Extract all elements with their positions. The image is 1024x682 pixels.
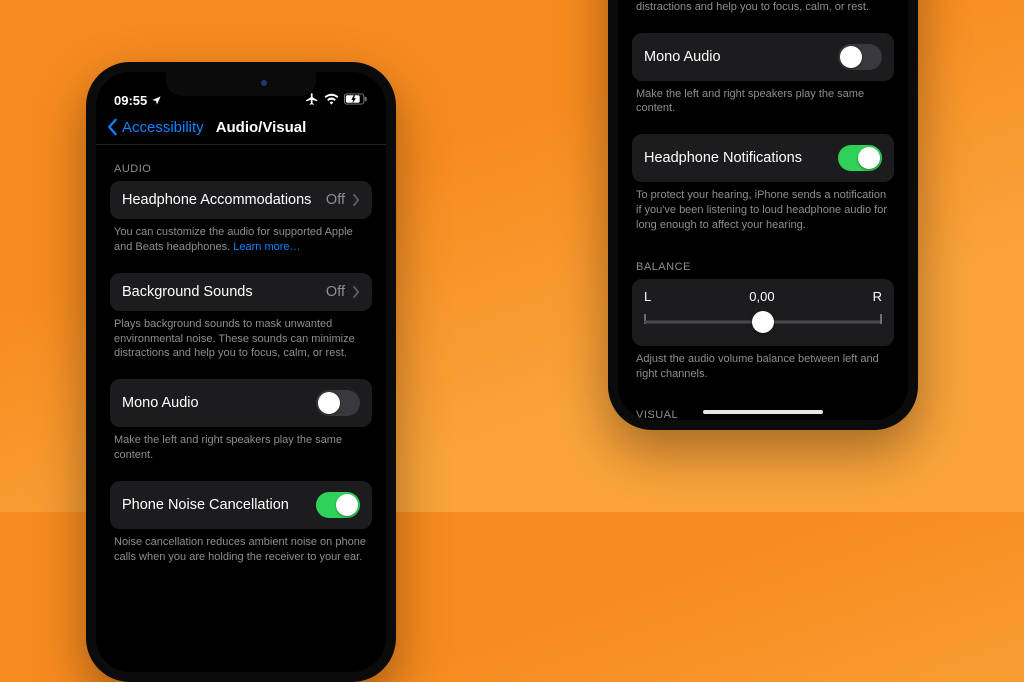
section-header-balance: BALANCE bbox=[632, 243, 894, 279]
mono-audio-footer: Make the left and right speakers play th… bbox=[110, 433, 372, 473]
row-label: Headphone Notifications bbox=[644, 150, 802, 166]
noise-cancellation-toggle[interactable] bbox=[316, 492, 360, 518]
phone-noise-cancellation-row: Phone Noise Cancellation bbox=[110, 481, 372, 529]
chevron-right-icon bbox=[353, 194, 360, 206]
nav-bar: Accessibility Audio/Visual bbox=[96, 112, 386, 145]
balance-left-label: L bbox=[644, 289, 651, 304]
slider-thumb[interactable] bbox=[752, 311, 774, 333]
page-title: Audio/Visual bbox=[216, 119, 307, 136]
mono-audio-toggle[interactable] bbox=[316, 390, 360, 416]
balance-footer: Adjust the audio volume balance between … bbox=[632, 352, 894, 392]
row-value: Off bbox=[326, 192, 345, 208]
battery-icon bbox=[344, 93, 368, 105]
row-label: Mono Audio bbox=[122, 395, 199, 411]
headphone-notifications-toggle[interactable] bbox=[838, 145, 882, 171]
mono-audio-row: Mono Audio bbox=[632, 33, 894, 81]
background-sounds-footer: Plays background sounds to mask unwanted… bbox=[110, 317, 372, 372]
back-chevron-icon[interactable] bbox=[106, 118, 118, 136]
notch bbox=[166, 72, 316, 96]
background-sounds-row[interactable]: Background Sounds Off bbox=[110, 273, 372, 311]
chevron-right-icon bbox=[353, 286, 360, 298]
section-header-visual: VISUAL bbox=[632, 391, 894, 420]
mono-audio-row: Mono Audio bbox=[110, 379, 372, 427]
mono-audio-footer: Make the left and right speakers play th… bbox=[632, 87, 894, 127]
section-header-audio: AUDIO bbox=[110, 145, 372, 181]
balance-slider[interactable] bbox=[644, 312, 882, 332]
headphone-accommodations-footer: You can customize the audio for supporte… bbox=[110, 225, 372, 265]
status-time: 09:55 bbox=[114, 93, 147, 108]
row-label: Mono Audio bbox=[644, 49, 721, 65]
location-arrow-icon bbox=[151, 95, 162, 106]
learn-more-link[interactable]: Learn more… bbox=[233, 241, 300, 253]
row-label: Background Sounds bbox=[122, 284, 253, 300]
phone-frame-right: Plays background sounds to mask unwanted… bbox=[608, 0, 918, 430]
wifi-icon bbox=[324, 93, 339, 105]
balance-block: L 0,00 R bbox=[632, 279, 894, 346]
headphone-accommodations-row[interactable]: Headphone Accommodations Off bbox=[110, 181, 372, 219]
mono-audio-toggle[interactable] bbox=[838, 44, 882, 70]
row-value: Off bbox=[326, 284, 345, 300]
headphone-notifications-row: Headphone Notifications bbox=[632, 134, 894, 182]
back-button-label[interactable]: Accessibility bbox=[122, 119, 204, 136]
row-label: Headphone Accommodations bbox=[122, 192, 311, 208]
row-label: Phone Noise Cancellation bbox=[122, 497, 289, 513]
balance-right-label: R bbox=[873, 289, 882, 304]
noise-cancellation-footer: Noise cancellation reduces ambient noise… bbox=[110, 535, 372, 575]
headphone-notifications-footer: To protect your hearing, iPhone sends a … bbox=[632, 188, 894, 243]
background-sounds-footer: Plays background sounds to mask unwanted… bbox=[632, 0, 894, 25]
phone-frame-left: 09:55 Accessibility bbox=[86, 62, 396, 682]
balance-value: 0,00 bbox=[749, 289, 774, 304]
home-indicator[interactable] bbox=[703, 410, 823, 414]
